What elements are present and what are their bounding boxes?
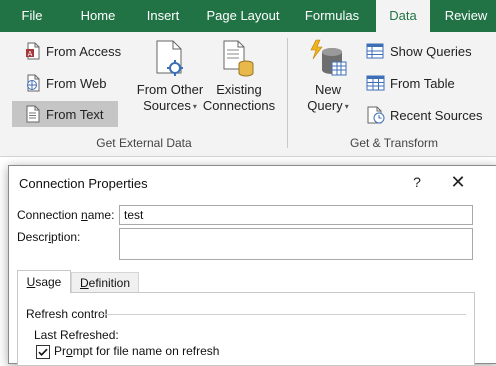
from-access-label: From Access bbox=[46, 43, 122, 59]
close-icon[interactable]: ✕ bbox=[447, 172, 469, 192]
tab-file[interactable]: File bbox=[10, 0, 54, 32]
tab-home[interactable]: Home bbox=[70, 0, 126, 32]
existing-connections-label-2: Connections bbox=[202, 98, 276, 113]
access-database-icon: A bbox=[24, 42, 42, 60]
connection-name-label: Connection name: bbox=[17, 208, 115, 222]
existing-connections-button[interactable]: Existing Connections bbox=[200, 40, 278, 114]
svg-text:A: A bbox=[28, 51, 33, 58]
from-web-label: From Web bbox=[46, 75, 107, 91]
text-file-icon bbox=[24, 105, 42, 123]
show-queries-button[interactable]: Show Queries bbox=[366, 38, 472, 64]
table-icon bbox=[366, 74, 386, 92]
connection-properties-dialog: Connection Properties ? ✕ Connection nam… bbox=[8, 165, 496, 366]
tab-usage[interactable]: Usage bbox=[17, 270, 71, 293]
ribbon: A From Access From Web From Text From Ot… bbox=[0, 32, 496, 157]
tab-insert[interactable]: Insert bbox=[136, 0, 190, 32]
connection-name-input[interactable] bbox=[119, 205, 473, 225]
new-query-button[interactable]: New Query ▾ bbox=[298, 38, 358, 115]
tab-page-layout[interactable]: Page Layout bbox=[200, 0, 286, 32]
show-queries-label: Show Queries bbox=[390, 43, 472, 59]
from-other-sources-label-1: From Other bbox=[136, 82, 204, 97]
last-refreshed-label: Last Refreshed: bbox=[34, 328, 119, 342]
get-transform-group-label: Get & Transform bbox=[349, 136, 439, 150]
usage-panel: Refresh control Last Refreshed: Prompt f… bbox=[17, 292, 475, 366]
dropdown-caret-icon: ▾ bbox=[344, 101, 349, 111]
from-text-button[interactable]: From Text bbox=[12, 101, 118, 127]
checkmark-icon bbox=[38, 348, 48, 356]
from-other-sources-label-2: Sources bbox=[143, 98, 191, 113]
from-access-button[interactable]: A From Access bbox=[24, 38, 121, 64]
recent-sources-label: Recent Sources bbox=[390, 107, 483, 123]
prompt-file-name-checkbox[interactable] bbox=[36, 345, 50, 359]
group-separator bbox=[287, 38, 288, 148]
from-table-button[interactable]: From Table bbox=[366, 70, 455, 96]
existing-connections-label-1: Existing bbox=[216, 82, 262, 97]
from-web-button[interactable]: From Web bbox=[24, 70, 106, 96]
recent-sources-icon bbox=[366, 106, 386, 124]
prompt-file-name-label[interactable]: Prompt for file name on refresh bbox=[54, 344, 219, 358]
tab-data[interactable]: Data bbox=[376, 0, 430, 32]
description-textarea[interactable] bbox=[119, 228, 473, 260]
tab-definition[interactable]: Definition bbox=[71, 272, 139, 292]
get-external-data-group-label: Get External Data bbox=[96, 136, 192, 150]
refresh-control-label: Refresh control bbox=[26, 307, 108, 321]
existing-connections-icon bbox=[222, 40, 256, 78]
new-query-label-1: New bbox=[314, 82, 341, 97]
recent-sources-button[interactable]: Recent Sources bbox=[366, 102, 483, 128]
new-query-icon bbox=[308, 38, 348, 78]
tab-review[interactable]: Review bbox=[438, 0, 494, 32]
group-divider bbox=[100, 314, 466, 315]
web-globe-icon bbox=[24, 74, 42, 92]
new-query-label-2: Query bbox=[307, 98, 343, 113]
other-sources-icon bbox=[153, 40, 187, 78]
description-label: Description: bbox=[17, 230, 81, 244]
dropdown-caret-icon: ▾ bbox=[192, 101, 197, 111]
tab-formulas[interactable]: Formulas bbox=[296, 0, 368, 32]
show-queries-icon bbox=[366, 42, 386, 60]
ribbon-tab-bar: File Home Insert Page Layout Formulas Da… bbox=[0, 0, 496, 32]
from-other-sources-button[interactable]: From Other Sources ▾ bbox=[132, 40, 208, 115]
from-table-label: From Table bbox=[390, 75, 455, 91]
from-text-label: From Text bbox=[46, 106, 104, 122]
help-icon[interactable]: ? bbox=[407, 172, 427, 192]
dialog-title: Connection Properties bbox=[19, 176, 148, 191]
